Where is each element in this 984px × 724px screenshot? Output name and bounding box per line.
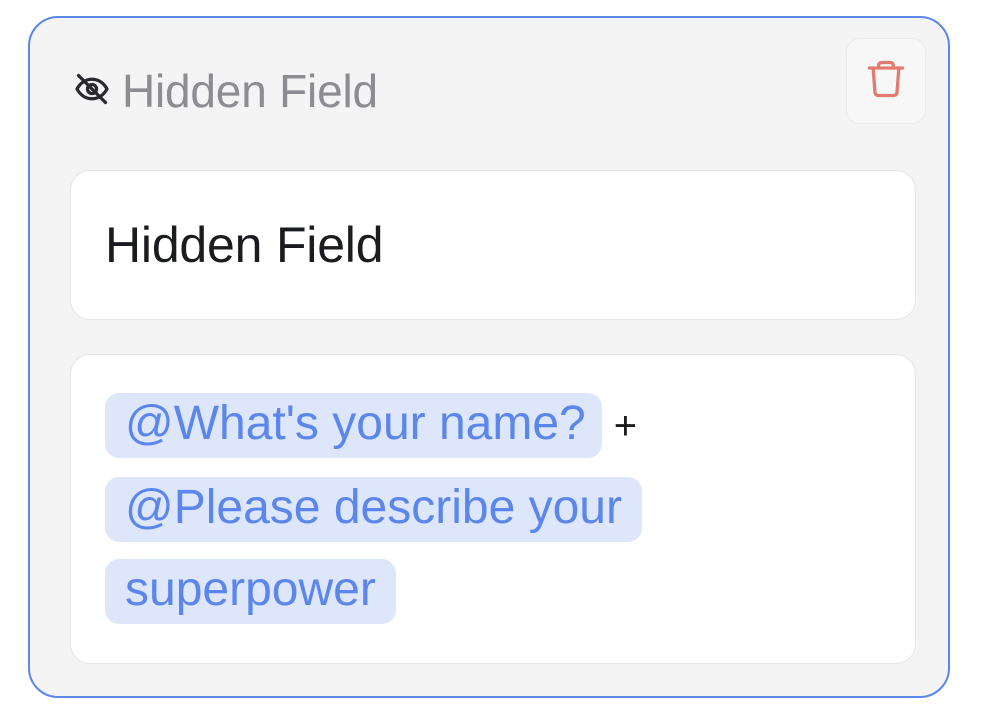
field-type-label: Hidden Field [122, 65, 378, 117]
card-header: Hidden Field [74, 68, 378, 114]
field-value-editor[interactable]: @What's your name? + @Please describe you… [70, 354, 916, 664]
field-name-input[interactable]: Hidden Field [70, 170, 916, 320]
hidden-field-card: Hidden Field Hidden Field @What's your n… [28, 16, 950, 698]
plus-operator: + [613, 404, 638, 448]
delete-button[interactable] [846, 38, 926, 124]
mention-token[interactable]: @Please describe your superpower [105, 477, 642, 624]
field-name-value: Hidden Field [105, 217, 384, 273]
value-expression: @What's your name? + @Please describe you… [105, 383, 805, 631]
trash-icon [864, 57, 908, 106]
eye-off-icon [74, 71, 110, 112]
mention-token[interactable]: @What's your name? [105, 393, 602, 458]
